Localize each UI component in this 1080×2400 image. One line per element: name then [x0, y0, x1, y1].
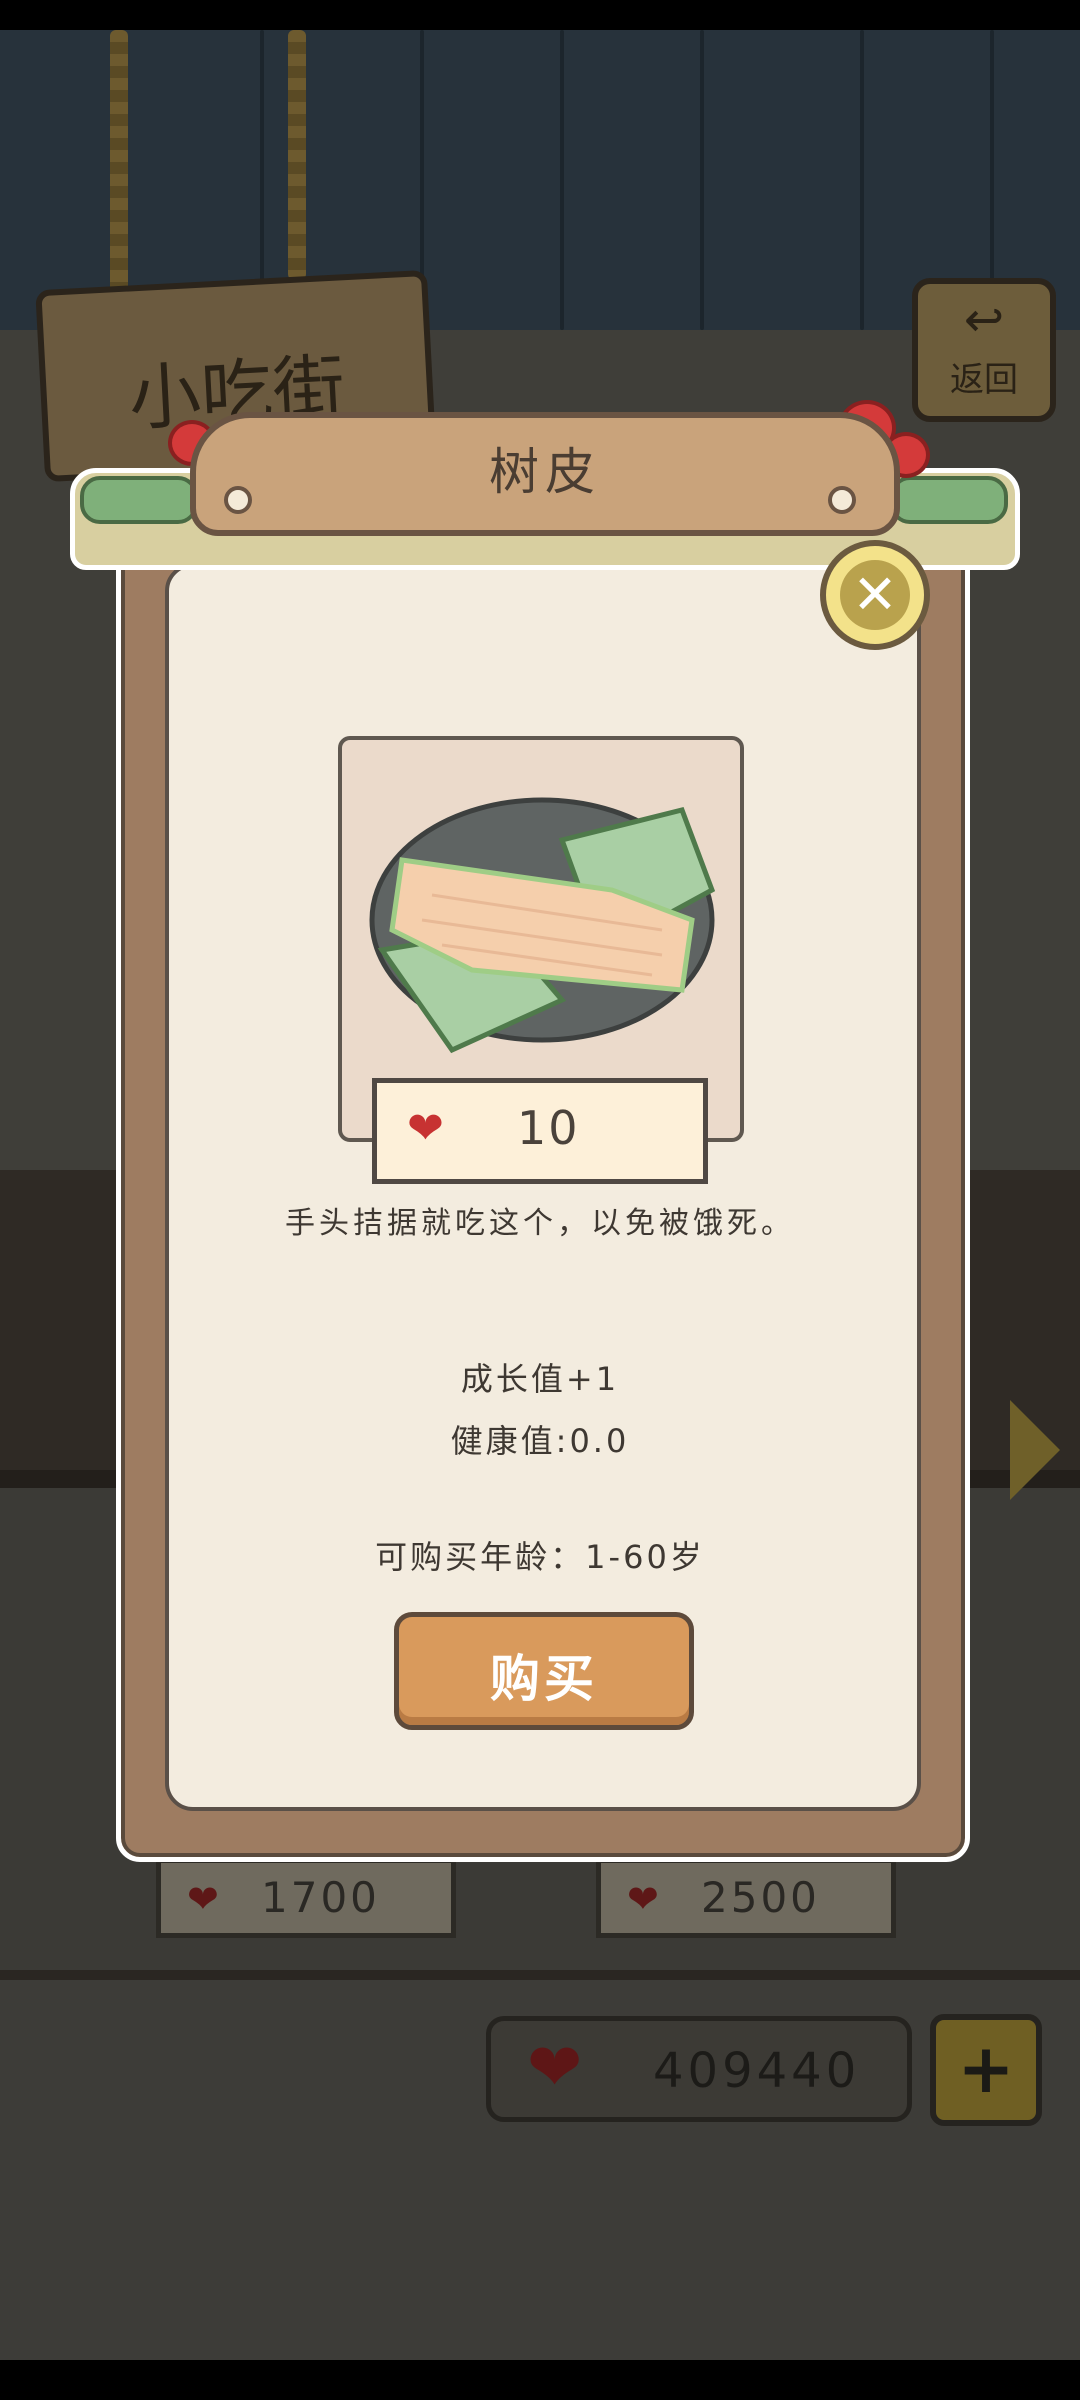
tree-bark-food-icon	[369, 797, 716, 1054]
back-arrow-icon: ↩	[963, 292, 1005, 348]
item-price-tag: ❤ 10	[372, 1078, 708, 1184]
sign-rope	[288, 30, 306, 280]
add-currency-button[interactable]: +	[930, 2014, 1042, 2126]
back-button-label: 返回	[950, 360, 1018, 400]
close-icon: ✕	[840, 560, 910, 630]
heart-icon: ❤	[407, 1103, 444, 1154]
close-button[interactable]: ✕	[820, 540, 930, 650]
growth-stat: 成长值+1	[460, 1360, 620, 1398]
shelf-line	[0, 1970, 1080, 1980]
purchase-age-range: 可购买年龄：1-60岁	[375, 1538, 705, 1576]
heart-icon: ❤	[527, 2029, 583, 2106]
curtain-fold	[860, 30, 864, 330]
item-price: 10	[517, 1101, 580, 1155]
sign-rope	[110, 30, 128, 300]
currency-display: ❤ 409440	[486, 2016, 912, 2122]
shop-item-price: 2500	[701, 1873, 820, 1922]
navigation-bar	[0, 2360, 1080, 2400]
currency-total: 409440	[653, 2043, 861, 2099]
plus-icon: +	[957, 2030, 1015, 2109]
buy-button-label: 购买	[490, 1650, 598, 1708]
health-stat: 健康值:0.0	[450, 1422, 630, 1460]
item-description: 手头拮据就吃这个，以免被饿死。	[285, 1206, 795, 1241]
buy-button[interactable]: 购买	[394, 1612, 694, 1730]
leaf-decoration	[890, 476, 1008, 524]
shop-item-price-card[interactable]: ❤ 1700	[156, 1858, 456, 1938]
status-bar	[0, 0, 1080, 30]
close-x-glyph: ✕	[852, 563, 898, 626]
shop-item-price: 1700	[261, 1873, 380, 1922]
heart-icon: ❤	[627, 1877, 659, 1921]
leaf-decoration	[80, 476, 198, 524]
heart-icon: ❤	[187, 1877, 219, 1921]
curtain-fold	[700, 30, 704, 330]
curtain-fold	[560, 30, 564, 330]
item-title: 树皮	[489, 443, 601, 501]
back-button[interactable]: ↩ 返回	[912, 278, 1056, 422]
next-page-arrow-icon[interactable]	[1010, 1400, 1060, 1500]
shop-item-price-card[interactable]: ❤ 2500	[596, 1858, 896, 1938]
